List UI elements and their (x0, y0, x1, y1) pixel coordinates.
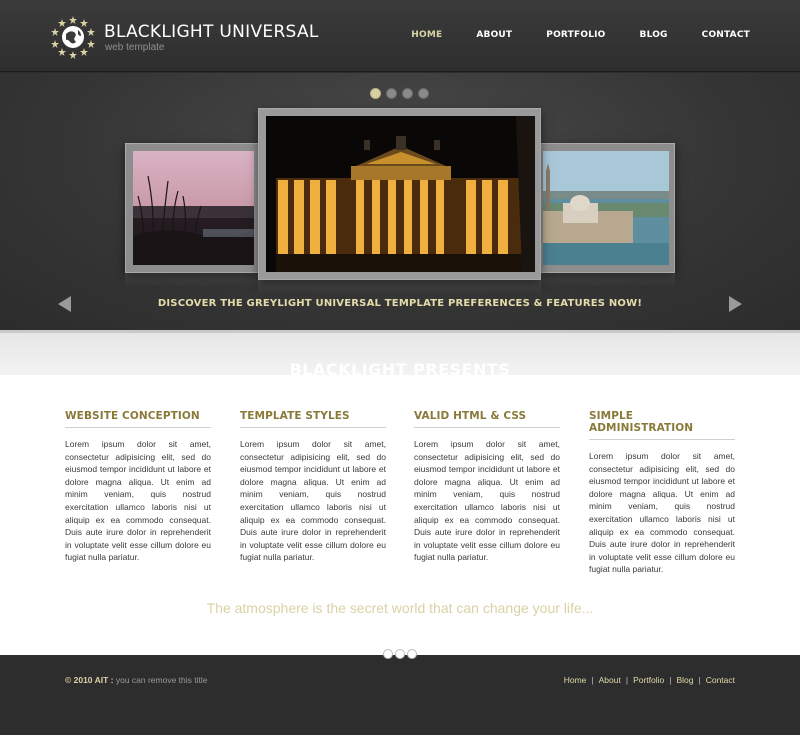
nav-blog[interactable]: BLOG (640, 30, 668, 40)
slide-reflection (125, 273, 260, 287)
nav-about[interactable]: ABOUT (476, 30, 512, 40)
footer-separator: | (669, 675, 672, 685)
venice-coast-photo (543, 151, 669, 265)
slide-reflection (258, 280, 541, 294)
feature-text: Lorem ipsum dolor sit amet, consectetur … (589, 451, 735, 575)
logo-subtitle: web template (105, 42, 165, 53)
slider-pagination (370, 88, 429, 99)
feature-heading: SIMPLE ADMINISTRATION (589, 410, 735, 440)
slide-right-frame[interactable] (540, 143, 675, 273)
tagline: The atmosphere is the secret world that … (206, 600, 594, 616)
footer-dot-icon (383, 649, 393, 659)
footer-link-contact[interactable]: Contact (706, 675, 735, 685)
footer-dot-icon (407, 649, 417, 659)
sunset-lake-photo (133, 151, 254, 265)
footer-separator: | (591, 675, 594, 685)
feature-text: Lorem ipsum dolor sit amet, consectetur … (240, 439, 386, 563)
nav-portfolio[interactable]: PORTFOLIO (546, 30, 605, 40)
footer-dot-icon (395, 649, 405, 659)
logo-title[interactable]: BLACKLIGHT UNIVERSAL (104, 22, 319, 42)
feature-heading: VALID HTML & CSS (414, 410, 560, 428)
footer-separator: | (698, 675, 701, 685)
feature-column: WEBSITE CONCEPTION Lorem ipsum dolor sit… (65, 410, 211, 564)
footer-link-home[interactable]: Home (564, 675, 587, 685)
footer-link-portfolio[interactable]: Portfolio (633, 675, 664, 685)
feature-column: SIMPLE ADMINISTRATION Lorem ipsum dolor … (589, 410, 735, 576)
illuminated-building-photo (266, 116, 535, 272)
features-section: WEBSITE CONCEPTION Lorem ipsum dolor sit… (0, 375, 800, 655)
copyright: © 2010 AIT : you can remove this title (65, 675, 208, 685)
footer-link-blog[interactable]: Blog (676, 675, 693, 685)
slider-dot-1[interactable] (370, 88, 381, 99)
slider-dot-4[interactable] (418, 88, 429, 99)
slider-dot-2[interactable] (386, 88, 397, 99)
feature-text: Lorem ipsum dolor sit amet, consectetur … (414, 439, 560, 563)
presents-title: BLACKLIGHT PRESENTS (289, 360, 511, 375)
feature-column: TEMPLATE STYLES Lorem ipsum dolor sit am… (240, 410, 386, 564)
main-nav: HOME ABOUT PORTFOLIO BLOG CONTACT (377, 30, 750, 40)
slide-left-frame[interactable] (125, 143, 260, 273)
feature-text: Lorem ipsum dolor sit amet, consectetur … (65, 439, 211, 563)
image-slider: DISCOVER THE GREYLIGHT UNIVERSAL TEMPLAT… (0, 73, 800, 330)
slide-reflection (540, 273, 675, 287)
footer-nav: Home | About | Portfolio | Blog | Contact (564, 675, 735, 685)
globe-stars-logo-icon[interactable] (51, 15, 95, 59)
slider-dot-3[interactable] (402, 88, 413, 99)
footer-decoration (383, 649, 417, 659)
nav-contact[interactable]: CONTACT (702, 30, 750, 40)
footer-separator: | (625, 675, 629, 685)
nav-home[interactable]: HOME (411, 30, 442, 40)
copyright-year: © 2010 AIT : (65, 675, 114, 685)
copyright-note: you can remove this title (115, 675, 208, 685)
footer-link-about[interactable]: About (599, 675, 621, 685)
feature-heading: WEBSITE CONCEPTION (65, 410, 211, 428)
slider-caption[interactable]: DISCOVER THE GREYLIGHT UNIVERSAL TEMPLAT… (0, 298, 800, 309)
feature-column: VALID HTML & CSS Lorem ipsum dolor sit a… (414, 410, 560, 564)
feature-heading: TEMPLATE STYLES (240, 410, 386, 428)
footer: © 2010 AIT : you can remove this title H… (0, 649, 800, 735)
header: BLACKLIGHT UNIVERSAL web template HOME A… (0, 0, 800, 72)
slide-center-frame[interactable] (258, 108, 541, 280)
